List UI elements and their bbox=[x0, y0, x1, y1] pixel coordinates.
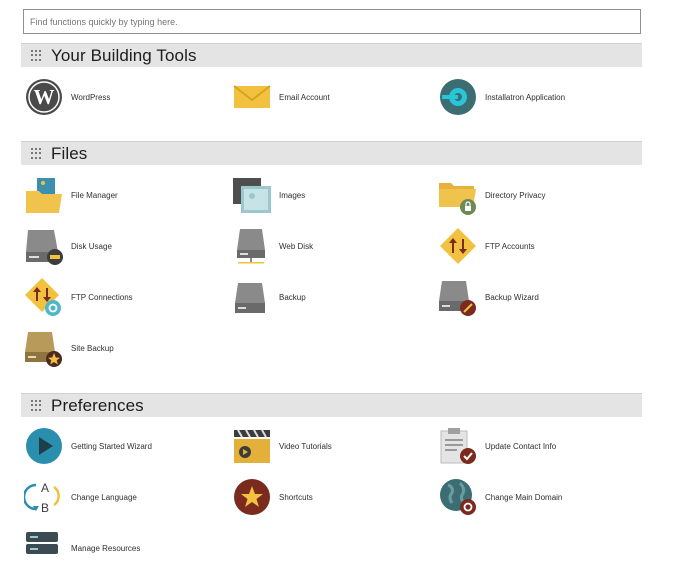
section-title: Your Building Tools bbox=[51, 45, 197, 65]
svg-text:B: B bbox=[41, 501, 49, 515]
section-header-preferences[interactable]: Preferences bbox=[21, 393, 642, 417]
drag-handle-icon[interactable] bbox=[31, 400, 42, 411]
tool-video-tutorials[interactable]: Video Tutorials bbox=[232, 426, 332, 466]
tool-update-contact-info[interactable]: Update Contact Info bbox=[438, 426, 556, 466]
ftp-accounts-icon bbox=[440, 228, 476, 264]
item-label: Backup bbox=[279, 292, 306, 302]
item-label: FTP Accounts bbox=[485, 241, 535, 251]
item-label: Directory Privacy bbox=[485, 190, 546, 200]
tool-getting-started-wizard[interactable]: Getting Started Wizard bbox=[24, 426, 152, 466]
tool-email-account[interactable]: Email Account bbox=[232, 77, 330, 117]
tool-change-main-domain[interactable]: Change Main Domain bbox=[438, 477, 562, 517]
clapperboard-icon bbox=[234, 429, 270, 463]
envelope-icon bbox=[233, 85, 271, 108]
star-icon bbox=[234, 479, 270, 515]
tool-installatron[interactable]: Installatron Application bbox=[438, 77, 565, 117]
section-title: Preferences bbox=[51, 395, 144, 415]
tool-ftp-accounts[interactable]: FTP Accounts bbox=[438, 226, 535, 266]
section-header-building-tools[interactable]: Your Building Tools bbox=[21, 43, 642, 67]
item-label: Disk Usage bbox=[71, 241, 112, 251]
tool-shortcuts[interactable]: Shortcuts bbox=[232, 477, 313, 517]
tool-change-language[interactable]: A B Change Language bbox=[24, 477, 137, 517]
globe-icon bbox=[440, 479, 476, 515]
tool-site-backup[interactable]: Site Backup bbox=[24, 328, 114, 368]
language-icon: A B bbox=[24, 481, 60, 515]
tool-file-manager[interactable]: File Manager bbox=[24, 175, 118, 215]
wordpress-icon: W bbox=[26, 79, 62, 115]
item-label: Manage Resources bbox=[71, 543, 141, 553]
tool-disk-usage[interactable]: Disk Usage bbox=[24, 226, 112, 266]
drag-handle-icon[interactable] bbox=[31, 50, 42, 61]
ftp-connections-icon bbox=[25, 278, 61, 316]
clipboard-check-icon bbox=[440, 428, 476, 464]
installatron-icon bbox=[440, 79, 476, 115]
svg-text:A: A bbox=[41, 481, 49, 495]
item-label: Getting Started Wizard bbox=[71, 441, 152, 451]
server-icon bbox=[26, 532, 58, 554]
backup-wizard-icon bbox=[439, 281, 476, 316]
item-label: Images bbox=[279, 190, 306, 200]
disk-usage-icon bbox=[26, 230, 63, 265]
images-icon bbox=[233, 178, 271, 213]
item-label: Change Language bbox=[71, 492, 137, 502]
item-label: Installatron Application bbox=[485, 92, 566, 102]
folder-lock-icon bbox=[439, 183, 476, 215]
item-label: WordPress bbox=[71, 92, 111, 102]
item-label: Web Disk bbox=[279, 241, 314, 251]
tool-backup[interactable]: Backup bbox=[232, 277, 306, 317]
tool-directory-privacy[interactable]: Directory Privacy bbox=[438, 175, 545, 215]
item-label: Email Account bbox=[279, 92, 330, 102]
item-label: Update Contact Info bbox=[485, 441, 557, 451]
section-title: Files bbox=[51, 143, 88, 163]
tool-web-disk[interactable]: Web Disk bbox=[232, 226, 313, 266]
site-backup-icon bbox=[25, 332, 62, 367]
play-icon bbox=[26, 428, 62, 464]
drag-handle-icon[interactable] bbox=[31, 148, 42, 159]
item-label: Video Tutorials bbox=[279, 441, 332, 451]
section-header-files[interactable]: Files bbox=[21, 141, 642, 165]
search-input[interactable] bbox=[23, 9, 641, 34]
item-label: FTP Connections bbox=[71, 292, 133, 302]
web-disk-icon bbox=[237, 229, 265, 264]
folder-image-icon bbox=[26, 178, 62, 213]
item-label: Site Backup bbox=[71, 343, 114, 353]
tool-wordpress[interactable]: W WordPress bbox=[24, 77, 110, 117]
item-label: Backup Wizard bbox=[485, 292, 539, 302]
svg-text:W: W bbox=[34, 85, 55, 109]
tool-manage-resources[interactable]: Manage Resources bbox=[24, 528, 140, 568]
item-label: Change Main Domain bbox=[485, 492, 563, 502]
item-label: Shortcuts bbox=[279, 492, 313, 502]
item-label: File Manager bbox=[71, 190, 118, 200]
tool-ftp-connections[interactable]: FTP Connections bbox=[24, 277, 133, 317]
tool-backup-wizard[interactable]: Backup Wizard bbox=[438, 277, 539, 317]
tool-images[interactable]: Images bbox=[232, 175, 305, 215]
backup-drive-icon bbox=[235, 283, 265, 313]
